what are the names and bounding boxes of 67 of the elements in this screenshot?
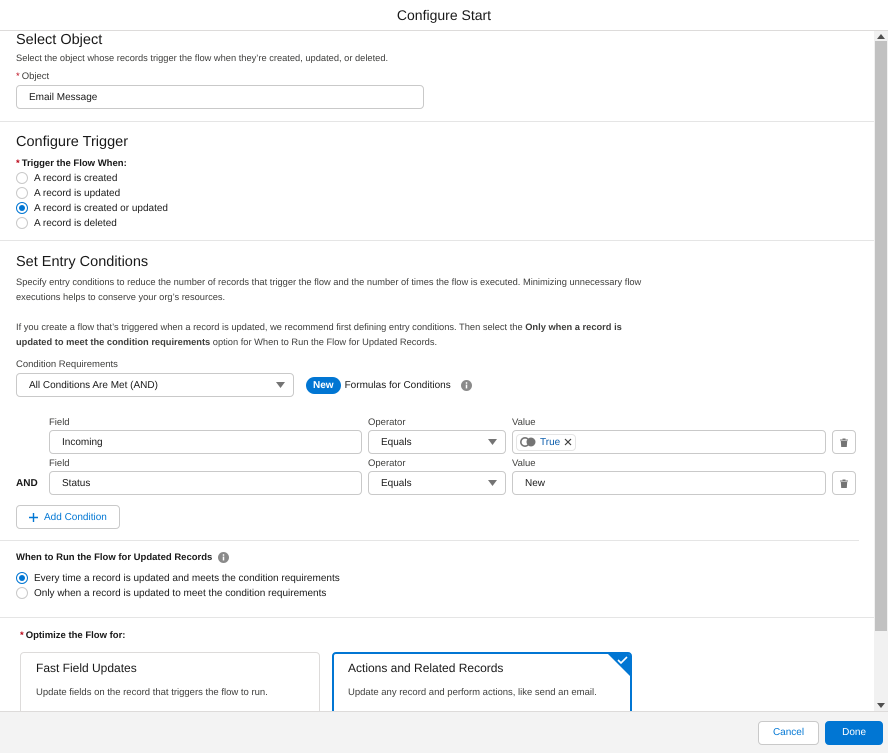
field-label: Value [512, 417, 537, 428]
card-description: Update any record and perform actions, like send an email. [348, 687, 598, 698]
card-description: Update fields on the record that triggers the flow to run. [36, 687, 269, 698]
plus-icon [29, 512, 38, 522]
caret-icon [276, 382, 285, 388]
field-label: * Trigger the Flow When: [16, 158, 128, 169]
input-field[interactable]: Incoming [49, 430, 362, 454]
formulas-label: Formulas for Conditions [344, 380, 451, 390]
section-heading: Select Object [16, 32, 104, 48]
radio-label[interactable]: A record is created or updated [34, 202, 168, 214]
trash-icon [840, 438, 848, 446]
section-heading: Configure Trigger [16, 134, 130, 150]
card-title: Actions and Related Records [348, 661, 504, 675]
radio-button[interactable] [16, 202, 28, 214]
radio-label[interactable]: Only when a record is updated to meet the condition requirements [34, 588, 326, 598]
radio-label[interactable]: A record is updated [34, 188, 120, 198]
delete-button[interactable] [832, 471, 856, 495]
check-icon [608, 654, 630, 676]
cancel-button[interactable]: Cancel [758, 720, 820, 744]
radio-button[interactable] [16, 172, 28, 184]
field-label: Field [49, 417, 71, 428]
info-icon[interactable] [460, 380, 472, 390]
radio-button[interactable] [16, 587, 28, 599]
value-pill[interactable]: True [516, 434, 576, 450]
field-label: * Object [16, 71, 50, 82]
field-label: Field [49, 458, 71, 469]
radio-button[interactable] [16, 187, 28, 199]
field-label: When to Run the Flow for Updated Records [16, 552, 212, 563]
card-title: Fast Field Updates [36, 661, 138, 675]
info-icon[interactable] [218, 552, 230, 563]
toggle-icon [520, 437, 536, 447]
section-note: If you create a flow that’s triggered when a record is updated, we recommend first defining entry conditions. Then select the Only when a record is updated to meet the condition requirements option for When to Run the Flow for Updated Records. [16, 321, 623, 349]
caret-icon [488, 439, 497, 445]
field-label: Condition Requirements [16, 359, 119, 370]
scroll-down-icon[interactable] [877, 703, 885, 708]
radio-button[interactable] [16, 217, 28, 229]
trash-icon [840, 478, 848, 488]
section-description: Specify entry conditions to reduce the number of records that trigger the flow and the number of times the flow is executed. Minimizing unnecessary flow executions helps to conserve your org’s resources. [16, 276, 642, 304]
field-label: Value [512, 458, 537, 469]
field-label: * Optimize the Flow for: [20, 630, 126, 641]
condition-connector: AND [16, 476, 38, 490]
scrollbar[interactable] [874, 31, 888, 711]
input-field[interactable]: Status [49, 471, 362, 495]
scroll-up-icon[interactable] [877, 34, 885, 39]
add-condition-button[interactable]: Add Condition [16, 505, 120, 529]
new-badge: New [306, 376, 341, 394]
option-card[interactable]: Fast Field Updates Update fields on the record that triggers the flow to run. [20, 652, 320, 711]
section-description: Select the object whose records trigger the flow when they’re created, updated, or deleted. [16, 52, 390, 65]
section-heading: Set Entry Conditions [16, 254, 150, 270]
field-label: Operator [368, 458, 406, 469]
select-field[interactable]: Equals [368, 471, 506, 495]
radio-label[interactable]: Every time a record is updated and meets the condition requirements [34, 572, 340, 584]
radio-button[interactable] [16, 572, 28, 584]
caret-icon [488, 480, 497, 486]
select-field[interactable]: Equals [368, 430, 506, 454]
select-field[interactable]: All Conditions Are Met (AND) [16, 373, 294, 397]
done-button[interactable]: Done [825, 720, 883, 744]
option-card[interactable]: Actions and Related Records Update any record and perform actions, like send an email. [332, 652, 632, 711]
radio-label[interactable]: A record is created [34, 172, 118, 184]
delete-button[interactable] [832, 430, 856, 454]
radio-label[interactable]: A record is deleted [34, 218, 117, 228]
input-field[interactable]: New [512, 471, 826, 495]
field-label: Operator [368, 417, 406, 428]
input-field[interactable]: Email Message [16, 85, 424, 109]
remove-icon[interactable] [564, 438, 572, 446]
input-field[interactable]: True [512, 430, 826, 454]
window-title: Configure Start [396, 7, 492, 23]
